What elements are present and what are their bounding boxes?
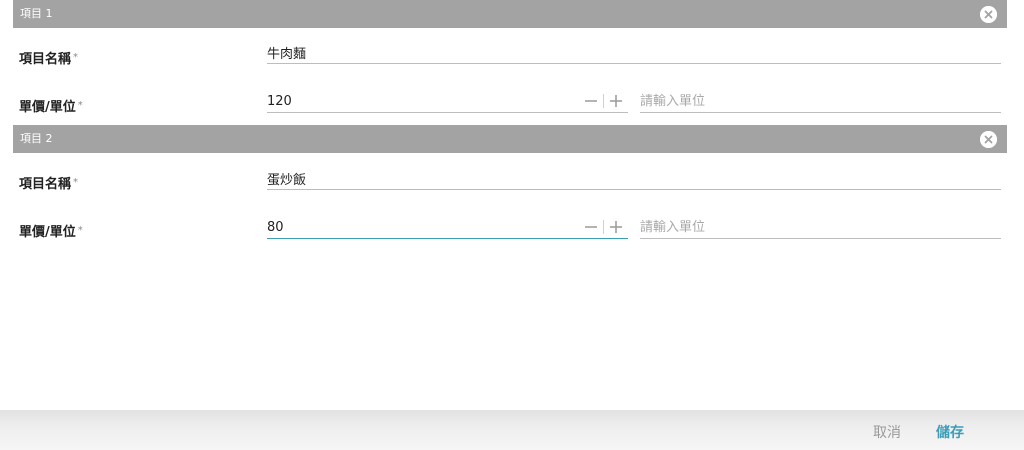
item-2-name-input[interactable]	[267, 168, 1001, 190]
item-2-increment-button[interactable]	[608, 219, 624, 235]
item-1-name-input[interactable]	[267, 42, 1001, 64]
item-2-name-label-text: 項目名稱	[19, 177, 72, 192]
close-circle-icon	[980, 131, 997, 148]
item-1-unit-input[interactable]	[640, 91, 1001, 113]
item-1-increment-button[interactable]	[608, 93, 624, 109]
required-mark: *	[77, 225, 83, 236]
item-2-price-label-text: 單價/單位	[19, 225, 76, 240]
item-2-title: 項目 2	[20, 132, 53, 145]
item-1-name-label-text: 項目名稱	[19, 52, 72, 67]
dialog-footer: 取消 儲存	[0, 410, 1024, 450]
item-1-name-label: 項目名稱 *	[19, 48, 78, 67]
item-2-name-label: 項目名稱 *	[19, 173, 78, 192]
minus-icon	[585, 100, 597, 102]
item-2-unit-input[interactable]	[640, 217, 1001, 239]
remove-item-2-button[interactable]	[980, 131, 997, 148]
stepper-divider	[603, 94, 604, 108]
item-1-price-input[interactable]	[267, 91, 628, 113]
item-2-header: 項目 2	[13, 125, 1007, 153]
save-button[interactable]: 儲存	[936, 422, 964, 442]
item-2-price-input[interactable]	[267, 217, 628, 239]
item-1-title: 項目 1	[20, 7, 53, 20]
close-circle-icon	[980, 6, 997, 23]
plus-icon	[610, 95, 622, 107]
plus-icon	[610, 221, 622, 233]
item-2-decrement-button[interactable]	[583, 219, 599, 235]
required-mark: *	[73, 177, 79, 188]
minus-icon	[585, 226, 597, 228]
remove-item-1-button[interactable]	[980, 6, 997, 23]
item-1-price-label-text: 單價/單位	[19, 100, 76, 115]
required-mark: *	[73, 52, 79, 63]
stepper-divider	[603, 220, 604, 234]
item-1-price-label: 單價/單位 *	[19, 96, 83, 115]
item-1-decrement-button[interactable]	[583, 93, 599, 109]
cancel-button[interactable]: 取消	[873, 422, 901, 442]
item-1-header: 項目 1	[13, 0, 1007, 28]
required-mark: *	[77, 100, 83, 111]
item-2-price-label: 單價/單位 *	[19, 221, 83, 240]
